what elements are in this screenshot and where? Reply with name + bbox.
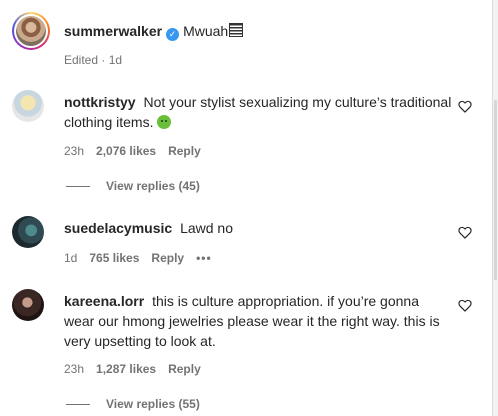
likes-count[interactable]: 765 likes xyxy=(89,251,139,265)
likes-count[interactable]: 2,076 likes xyxy=(96,144,156,158)
comment-body: suedelacymusic Lawd no xyxy=(64,218,452,238)
heart-outline-icon[interactable] xyxy=(458,100,472,113)
more-options-icon[interactable]: ••• xyxy=(196,251,212,265)
comment-meta: 23h 1,287 likes Reply xyxy=(64,362,213,376)
reply-button[interactable]: Reply xyxy=(168,362,201,376)
view-replies-button[interactable]: View replies (55) xyxy=(66,397,200,411)
heart-outline-icon[interactable] xyxy=(458,226,472,239)
comments-panel: summerwalker ✓ Mwuah Edited · 1d nottkrist… xyxy=(0,0,493,416)
divider xyxy=(66,404,90,406)
avatar[interactable] xyxy=(12,289,44,321)
comment-body: nottkristyy Not your stylist sexualizing… xyxy=(64,92,452,132)
caption-username[interactable]: summerwalker xyxy=(64,23,162,39)
scrollbar-thumb[interactable] xyxy=(494,100,497,280)
story-ring-avatar[interactable] xyxy=(12,12,50,50)
divider xyxy=(66,186,90,188)
comment-body: kareena.lorr this is culture appropriati… xyxy=(64,291,452,351)
avatar[interactable] xyxy=(12,90,44,122)
heart-outline-icon[interactable] xyxy=(458,299,472,312)
avatar[interactable] xyxy=(12,216,44,248)
verified-badge-icon: ✓ xyxy=(166,28,180,41)
caption-text: Mwuah xyxy=(183,23,229,39)
scrollbar[interactable] xyxy=(493,0,498,416)
comment-meta: 1d 765 likes Reply ••• xyxy=(64,251,224,265)
comment-username[interactable]: kareena.lorr xyxy=(64,293,144,309)
caption-line: summerwalker ✓ Mwuah xyxy=(64,22,244,41)
comment-time: 23h xyxy=(64,144,85,158)
comment-username[interactable]: nottkristyy xyxy=(64,94,136,110)
comment-username[interactable]: suedelacymusic xyxy=(64,220,172,236)
comment-meta: 23h 2,076 likes Reply xyxy=(64,144,213,158)
nauseated-face-emoji xyxy=(157,115,172,129)
avatar xyxy=(16,16,46,46)
reply-button[interactable]: Reply xyxy=(168,144,201,158)
comment-text: Lawd no xyxy=(180,220,233,236)
likes-count[interactable]: 1,287 likes xyxy=(96,362,156,376)
comment-time: 1d xyxy=(64,251,78,265)
caption-meta: Edited · 1d xyxy=(64,53,123,67)
view-replies-button[interactable]: View replies (45) xyxy=(66,179,200,193)
view-replies-label: View replies (45) xyxy=(106,179,200,193)
comment-time: 23h xyxy=(64,362,85,376)
emoji-icon xyxy=(229,23,244,37)
view-replies-label: View replies (55) xyxy=(106,397,200,411)
reply-button[interactable]: Reply xyxy=(151,251,184,265)
